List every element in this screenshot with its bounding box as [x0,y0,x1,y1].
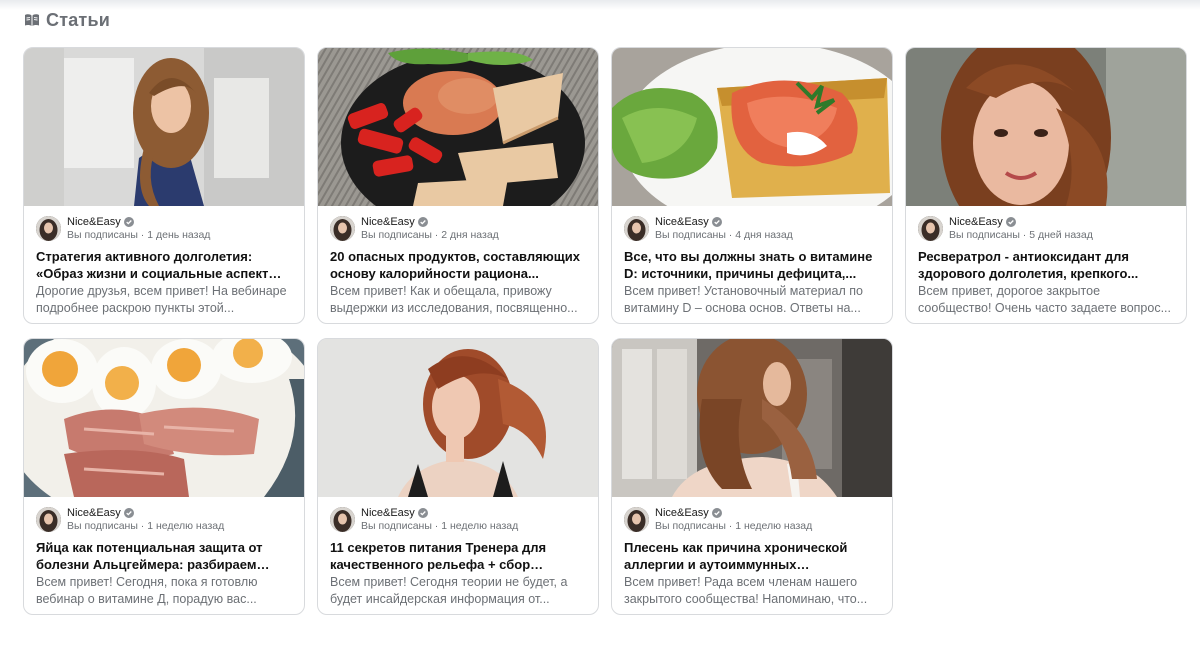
article-card[interactable]: Nice&Easy Вы подписаны · 1 день назад Ст… [23,47,305,324]
article-thumbnail [24,339,304,497]
article-card[interactable]: Nice&Easy Вы подписаны · 5 дней назад Ре… [905,47,1187,324]
article-excerpt: Дорогие друзья, всем привет! На вебинаре… [36,284,287,315]
post-time: 1 неделю назад [147,519,225,532]
author-name[interactable]: Nice&Easy [67,507,121,519]
author-avatar[interactable] [918,215,943,241]
post-time: 1 неделю назад [735,519,813,532]
subscription-status: Вы подписаны [67,519,138,532]
subscription-status: Вы подписаны [655,519,726,532]
article-excerpt: Всем привет! Сегодня, пока я готовлю веб… [36,575,258,606]
author-name[interactable]: Nice&Easy [655,216,709,228]
verified-icon [711,507,722,518]
article-card[interactable]: Nice&Easy Вы подписаны · 1 неделю назад … [611,338,893,615]
top-bar-shadow [0,0,1200,10]
author-name[interactable]: Nice&Easy [67,216,121,228]
author-avatar[interactable] [330,506,355,532]
article-thumbnail [906,48,1186,206]
subscription-status: Вы подписаны [361,228,432,241]
subscription-status: Вы подписаны [949,228,1020,241]
verified-icon [417,507,428,518]
author-row: Nice&Easy Вы подписаны · 4 дня назад [624,214,880,242]
article-title[interactable]: 11 секретов питания Тренера для качестве… [330,539,586,573]
article-title[interactable]: Плесень как причина хронической аллергии… [624,539,880,573]
article-excerpt: Всем привет, дорогое закрытое сообщество… [918,284,1171,315]
article-thumbnail [612,339,892,497]
author-row: Nice&Easy Вы подписаны · 2 дня назад [330,214,586,242]
article-title[interactable]: 20 опасных продуктов, составляющих основ… [330,248,586,282]
verified-icon [123,216,134,227]
article-thumbnail [612,48,892,206]
author-row: Nice&Easy Вы подписаны · 1 день назад [36,214,292,242]
subscription-status: Вы подписаны [655,228,726,241]
article-card[interactable]: Nice&Easy Вы подписаны · 1 неделю назад … [317,338,599,615]
article-card[interactable]: Nice&Easy Вы подписаны · 4 дня назад Все… [611,47,893,324]
article-card[interactable]: Nice&Easy Вы подписаны · 2 дня назад 20 … [317,47,599,324]
post-meta: Вы подписаны · 4 дня назад [655,228,793,241]
post-time: 2 дня назад [441,228,499,241]
author-row: Nice&Easy Вы подписаны · 1 неделю назад [624,505,880,533]
subscription-status: Вы подписаны [67,228,138,241]
article-thumbnail [24,48,304,206]
post-meta: Вы подписаны · 2 дня назад [361,228,499,241]
article-title[interactable]: Все, что вы должны знать о витамине D: и… [624,248,880,282]
post-time: 4 дня назад [735,228,793,241]
author-avatar[interactable] [36,215,61,241]
author-avatar[interactable] [624,506,649,532]
post-meta: Вы подписаны · 5 дней назад [949,228,1093,241]
post-meta: Вы подписаны · 1 день назад [67,228,211,241]
article-excerpt: Всем привет! Рада всем членам нашего зак… [624,575,868,606]
author-avatar[interactable] [36,506,61,532]
article-card[interactable]: Nice&Easy Вы подписаны · 1 неделю назад … [23,338,305,615]
author-name[interactable]: Nice&Easy [655,507,709,519]
post-time: 1 день назад [147,228,211,241]
post-meta: Вы подписаны · 1 неделю назад [361,519,519,532]
post-meta: Вы подписаны · 1 неделю назад [67,519,225,532]
post-meta: Вы подписаны · 1 неделю назад [655,519,813,532]
author-name[interactable]: Nice&Easy [949,216,1003,228]
articles-grid: Nice&Easy Вы подписаны · 1 день назад Ст… [23,47,1187,615]
verified-icon [417,216,428,227]
author-name[interactable]: Nice&Easy [361,216,415,228]
section-header: Статьи [24,8,110,32]
article-title[interactable]: Яйца как потенциальная защита от болезни… [36,539,292,573]
article-excerpt: Всем привет! Как и обещала, привожу выде… [330,284,578,315]
book-icon [24,12,40,28]
verified-icon [1005,216,1016,227]
author-row: Nice&Easy Вы подписаны · 1 неделю назад [330,505,586,533]
author-avatar[interactable] [330,215,355,241]
article-excerpt: Всем привет! Сегодня теории не будет, а … [330,575,568,606]
author-name[interactable]: Nice&Easy [361,507,415,519]
post-time: 1 неделю назад [441,519,519,532]
article-title[interactable]: Стратегия активного долголетия: «Образ ж… [36,248,292,282]
subscription-status: Вы подписаны [361,519,432,532]
post-time: 5 дней назад [1029,228,1093,241]
verified-icon [711,216,722,227]
article-thumbnail [318,48,598,206]
verified-icon [123,507,134,518]
article-title[interactable]: Ресвератрол - антиоксидант для здорового… [918,248,1174,282]
section-title: Статьи [46,9,110,30]
article-excerpt: Всем привет! Установочный материал по ви… [624,284,863,315]
article-thumbnail [318,339,598,497]
author-row: Nice&Easy Вы подписаны · 1 неделю назад [36,505,292,533]
author-row: Nice&Easy Вы подписаны · 5 дней назад [918,214,1174,242]
author-avatar[interactable] [624,215,649,241]
